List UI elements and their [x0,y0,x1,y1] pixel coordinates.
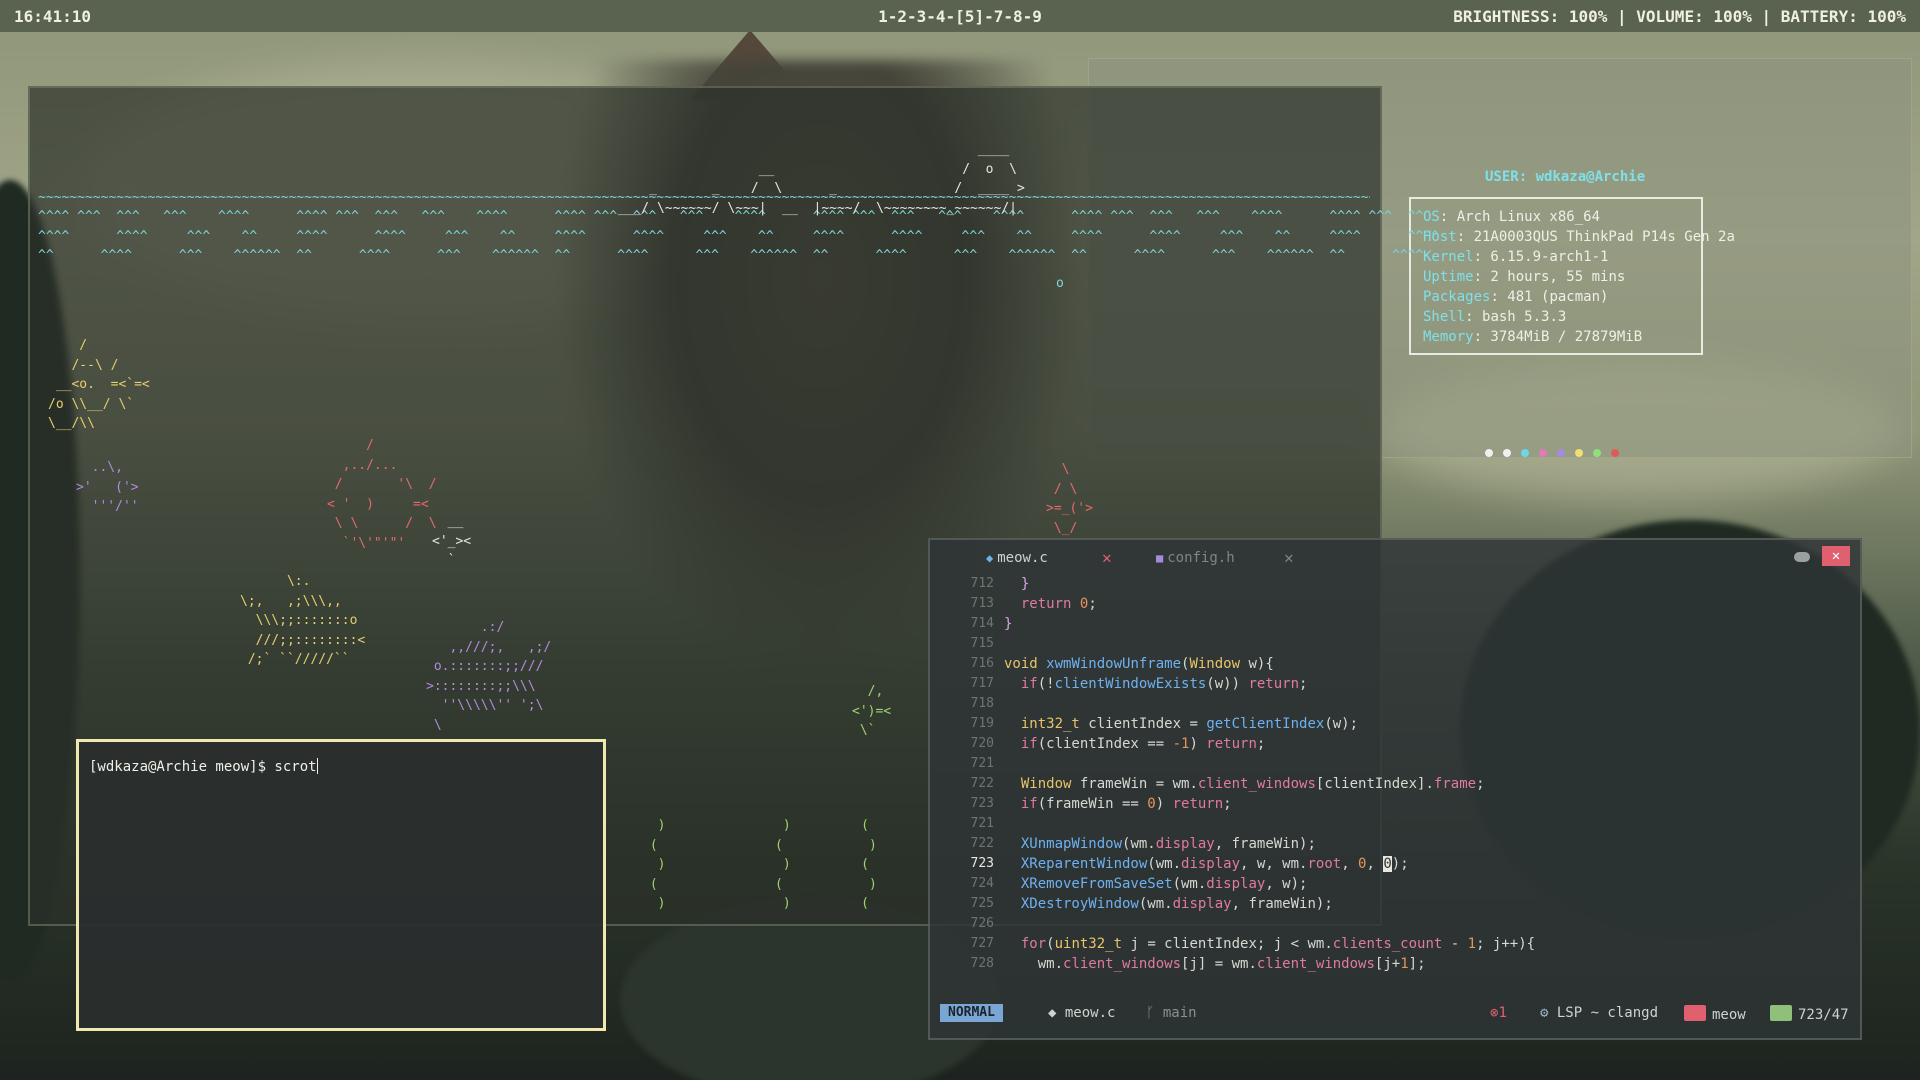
code-line: 712 } [970,576,1030,592]
fetch-info-rows: OS: Arch Linux x86_64 Host: 21A0003QUS T… [1423,207,1735,347]
tab-meow-c[interactable]: ◆ meow.c [986,550,1048,566]
code-line: 718 [970,696,994,711]
tab-config-h[interactable]: ■ config.h [1156,550,1235,566]
code-line: 717 if(!clientWindowExists(w)) return; [970,676,1308,692]
fetch-row-packages: Packages: 481 (pacman) [1423,289,1609,305]
fetch-row-memory: Memory: 3784MiB / 27879MiB [1423,329,1643,345]
ascii-fish-violet: .:/ ,,///;, ,;/ o.:::::::;;/// >::::::::… [426,620,552,733]
ascii-fish-green: /, <')=< \` [852,684,892,738]
code-line: 716 void xwmWindowUnframe(Window w){ [970,656,1274,672]
editor-tab-bar: ◆ meow.c ✕ ■ config.h ✕ ✕ [930,540,1860,576]
c-file-icon: ◆ [1048,1005,1065,1021]
status-lsp[interactable]: ⚙ LSP ~ clangd [1540,1005,1658,1021]
fetch-row-shell: Shell: bash 5.3.3 [1423,309,1567,325]
code-line: 723 if(frameWin == 0) return; [970,796,1232,812]
status-branch: ᚴ main [1146,1005,1197,1021]
fetch-row-kernel: Kernel: 6.15.9-arch1-1 [1423,249,1609,265]
color-palette-dots [1485,449,1619,457]
c-file-icon: ◆ [986,551,994,565]
fetch-row-os: OS: Arch Linux x86_64 [1423,209,1601,225]
color-dot [1575,449,1583,457]
code-line: 721 [970,756,994,771]
code-view[interactable]: 712 } 713 return 0; 714} 715 716 void xwm… [930,574,1860,1022]
toggle-icon[interactable] [1794,552,1810,562]
code-line: 725 XDestroyWindow(wm.display, frameWin)… [970,896,1333,912]
code-line: 714} [970,616,1013,632]
code-line: 722 Window frameWin = wm.client_windows[… [970,776,1485,792]
status-errors[interactable]: ⊗1 [1490,1005,1507,1021]
top-status-bar: 16:41:10 1-2-3-4-[5]-7-8-9 BRIGHTNESS: 1… [0,0,1920,32]
window-close-button[interactable]: ✕ [1822,546,1850,566]
code-line: 726 [970,916,994,931]
ascii-fish-big: \:. \;, ,;\\\,, \\\;;:::::::o ///;;:::::… [240,574,366,667]
code-line: 727 for(uint32_t j = clientIndex; j < wm… [970,936,1536,952]
editor-status-line: NORMAL ◆ meow.c ᚴ main ⊗1 ⚙ LSP ~ clangd… [940,1004,1850,1024]
vim-mode-indicator: NORMAL [940,1004,1003,1022]
code-line: 715 [970,636,994,651]
document-icon [1770,1005,1792,1021]
color-dot [1593,449,1601,457]
fetch-row-host: Host: 21A0003QUS ThinkPad P14s Gen 2a [1423,229,1735,245]
ascii-bubble: o [1056,276,1064,291]
ascii-fish-red: / ,../... / '\ / < ' ) =< \ \ / \ `'\'"'… [326,438,437,551]
tab-close-icon[interactable]: ✕ [1102,548,1112,567]
editor-window[interactable]: ◆ meow.c ✕ ■ config.h ✕ ✕ 712 } 713 return… [928,538,1862,1040]
code-line: 720 if(clientIndex == -1) return; [970,736,1266,752]
color-dot [1485,449,1493,457]
ascii-fish-purple: ..\, >' ('> '''/'' [76,460,139,514]
color-dot [1611,449,1619,457]
text-cursor [316,758,318,774]
code-line: 713 return 0; [970,596,1097,612]
code-line: 722 XUnmapWindow(wm.display, frameWin); [970,836,1316,852]
fetch-user-label: USER: wdkaza@Archie [1485,169,1646,185]
status-position: 723/47 [1770,1005,1849,1023]
git-branch-icon: ᚴ [1146,1005,1163,1021]
terminal-prompt[interactable]: [wdkaza@Archie meow]$ scrot [89,758,318,775]
status-file: ◆ meow.c [1048,1005,1116,1021]
color-dot [1557,449,1565,457]
system-status: BRIGHTNESS: 100% | VOLUME: 100% | BATTER… [1453,7,1906,26]
terminal-window[interactable]: [wdkaza@Archie meow]$ scrot [76,739,606,1031]
color-dot [1539,449,1547,457]
code-line-current: 723 XReparentWindow(wm.display, w, wm.ro… [970,856,1409,872]
status-project: meow [1684,1005,1746,1023]
color-dot [1521,449,1529,457]
fetch-row-uptime: Uptime: 2 hours, 55 mins [1423,269,1626,285]
color-dot [1503,449,1511,457]
gear-icon: ⚙ [1540,1005,1557,1021]
header-file-icon: ■ [1156,551,1164,565]
tab-close-icon[interactable]: ✕ [1284,548,1294,567]
ascii-seaweed: ) ) ( ( ( ) ) ) ( ( ( ) ) ) ( [649,818,877,911]
code-line: 724 XRemoveFromSaveSet(wm.display, w); [970,876,1308,892]
ascii-ship: ____ __ / o \ _ _ / \ _ / ____ > ___/ \~… [617,142,1025,216]
ascii-fish-yellow: / /--\ / __<o. =<`=< /o \\__/ \` \__/\\ [48,338,150,431]
ascii-crab: \ / \ >=_('> \_/ [1046,462,1093,536]
code-line: 728 wm.client_windows[j] = wm.client_win… [970,956,1426,972]
ascii-fish-small: __ <'_>< ` [432,514,472,568]
code-line: 721 [970,816,994,831]
folder-icon [1684,1005,1706,1021]
code-line: 719 int32_t clientIndex = getClientIndex… [970,716,1359,732]
